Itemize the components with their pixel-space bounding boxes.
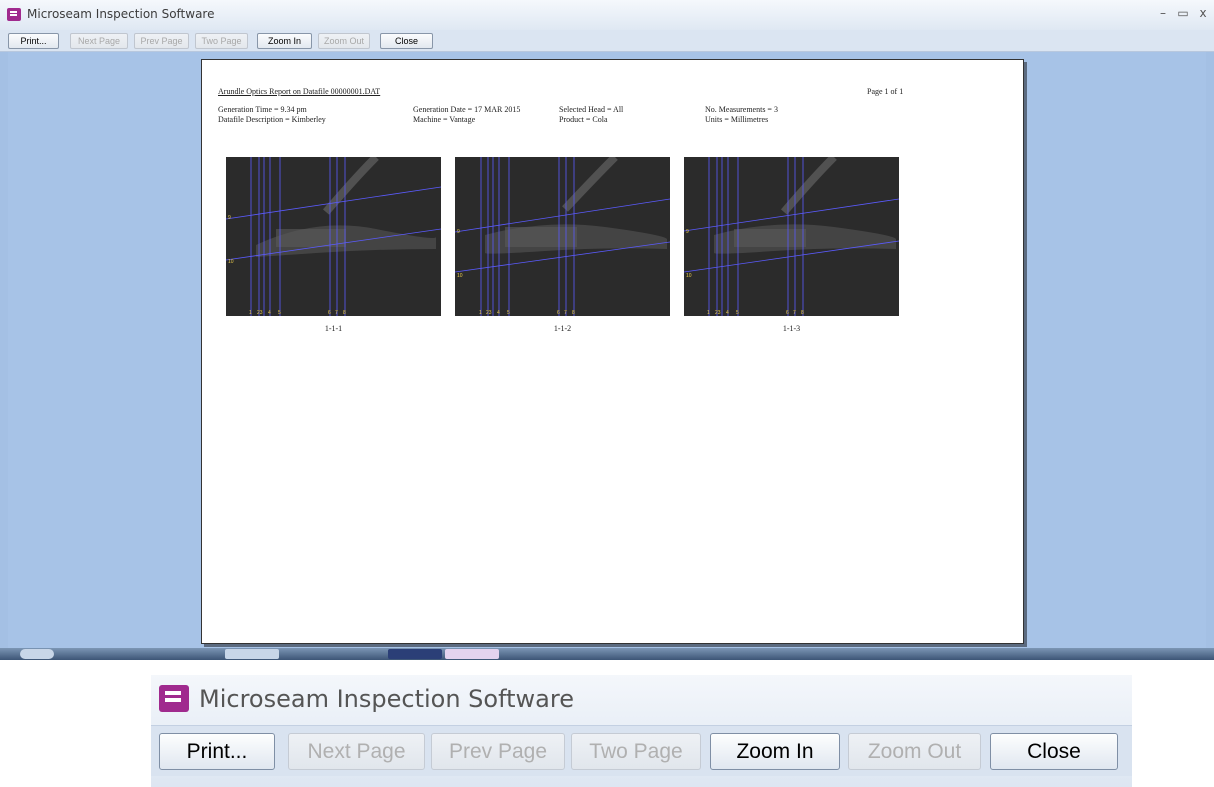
taskbar-item-microseam[interactable] — [445, 649, 499, 659]
minimize-icon[interactable]: – — [1156, 6, 1170, 20]
toolbar-zoom-inset: Microseam Inspection Software Print... N… — [151, 675, 1132, 787]
line-label: 7 — [335, 310, 338, 316]
close-button[interactable]: Close — [990, 733, 1118, 770]
title-bar: Microseam Inspection Software – ▭ x — [0, 0, 1214, 31]
page-number: Page 1 of 1 — [867, 87, 904, 96]
restore-icon[interactable]: ▭ — [1176, 6, 1190, 20]
selected-head: Selected Head = All — [559, 105, 624, 114]
taskbar-item[interactable] — [388, 649, 442, 659]
taskbar-item[interactable] — [225, 649, 279, 659]
line-label: 1 — [479, 310, 482, 316]
product: Product = Cola — [559, 115, 608, 124]
line-label: 9 — [686, 229, 689, 235]
next-page-button[interactable]: Next Page — [288, 733, 425, 770]
print-button[interactable]: Print... — [8, 33, 59, 49]
seam-image-1[interactable]: 9 10 1 23 4 5 6 7 8 — [226, 157, 441, 316]
image-caption: 1-1-3 — [782, 324, 801, 333]
line-label: 23 — [486, 310, 492, 316]
line-label: 4 — [497, 310, 500, 316]
seam-image-graphic: 9 10 1 23 4 5 6 7 8 — [226, 157, 441, 316]
report-title: Arundle Optics Report on Datafile 000000… — [218, 87, 381, 96]
prev-page-button[interactable]: Prev Page — [431, 733, 565, 770]
zoom-out-button[interactable]: Zoom Out — [318, 33, 370, 49]
prev-page-button[interactable]: Prev Page — [134, 33, 189, 49]
line-label: 1 — [249, 310, 252, 316]
line-label: 9 — [228, 215, 231, 221]
line-label: 6 — [786, 310, 789, 316]
app-window: Microseam Inspection Software – ▭ x Prin… — [0, 0, 1214, 660]
image-caption: 1-1-2 — [553, 324, 572, 333]
report-page: Arundle Optics Report on Datafile 000000… — [201, 59, 1024, 644]
print-button[interactable]: Print... — [159, 733, 275, 770]
line-label: 8 — [343, 310, 346, 316]
line-label: 23 — [257, 310, 263, 316]
datafile-description: Datafile Description = Kimberley — [218, 115, 326, 124]
two-page-button[interactable]: Two Page — [195, 33, 248, 49]
next-page-button[interactable]: Next Page — [70, 33, 128, 49]
machine: Machine = Vantage — [413, 115, 476, 124]
measurement-count: No. Measurements = 3 — [705, 105, 778, 114]
line-label: 9 — [457, 229, 460, 235]
app-icon — [159, 685, 189, 712]
line-label: 10 — [457, 273, 463, 279]
zoom-out-button[interactable]: Zoom Out — [848, 733, 981, 770]
image-caption: 1-1-1 — [324, 324, 343, 333]
line-label: 1 — [707, 310, 710, 316]
inset-window-title: Microseam Inspection Software — [199, 685, 574, 713]
line-label: 8 — [801, 310, 804, 316]
taskbar — [0, 648, 1214, 660]
two-page-button[interactable]: Two Page — [571, 733, 701, 770]
line-label: 10 — [228, 259, 234, 265]
zoom-in-button[interactable]: Zoom In — [257, 33, 312, 49]
seam-image-2[interactable]: 9 10 1 23 4 5 6 7 8 — [455, 157, 670, 316]
zoom-in-button[interactable]: Zoom In — [710, 733, 840, 770]
generation-date: Generation Date = 17 MAR 2015 — [413, 105, 521, 114]
line-label: 8 — [572, 310, 575, 316]
seam-image-graphic: 9 10 1 23 4 5 6 7 8 — [455, 157, 670, 316]
start-button[interactable] — [20, 649, 54, 659]
line-label: 5 — [736, 310, 739, 316]
line-label: 7 — [564, 310, 567, 316]
line-label: 5 — [278, 310, 281, 316]
line-label: 6 — [328, 310, 331, 316]
inset-toolbar: Print... Next Page Prev Page Two Page Zo… — [151, 725, 1132, 776]
line-label: 6 — [557, 310, 560, 316]
toolbar: Print... Next Page Prev Page Two Page Zo… — [0, 30, 1214, 52]
window-title: Microseam Inspection Software — [27, 7, 215, 21]
line-label: 4 — [726, 310, 729, 316]
line-label: 10 — [686, 273, 692, 279]
line-label: 5 — [507, 310, 510, 316]
app-icon — [7, 8, 21, 21]
close-button[interactable]: Close — [380, 33, 433, 49]
seam-image-3[interactable]: 9 10 1 23 4 5 6 7 8 — [684, 157, 899, 316]
generation-time: Generation Time = 9.34 pm — [218, 105, 307, 114]
line-label: 7 — [793, 310, 796, 316]
line-label: 4 — [268, 310, 271, 316]
line-label: 23 — [715, 310, 721, 316]
seam-image-graphic: 9 10 1 23 4 5 6 7 8 — [684, 157, 899, 316]
units: Units = Millimetres — [705, 115, 769, 124]
close-window-icon[interactable]: x — [1196, 6, 1210, 20]
